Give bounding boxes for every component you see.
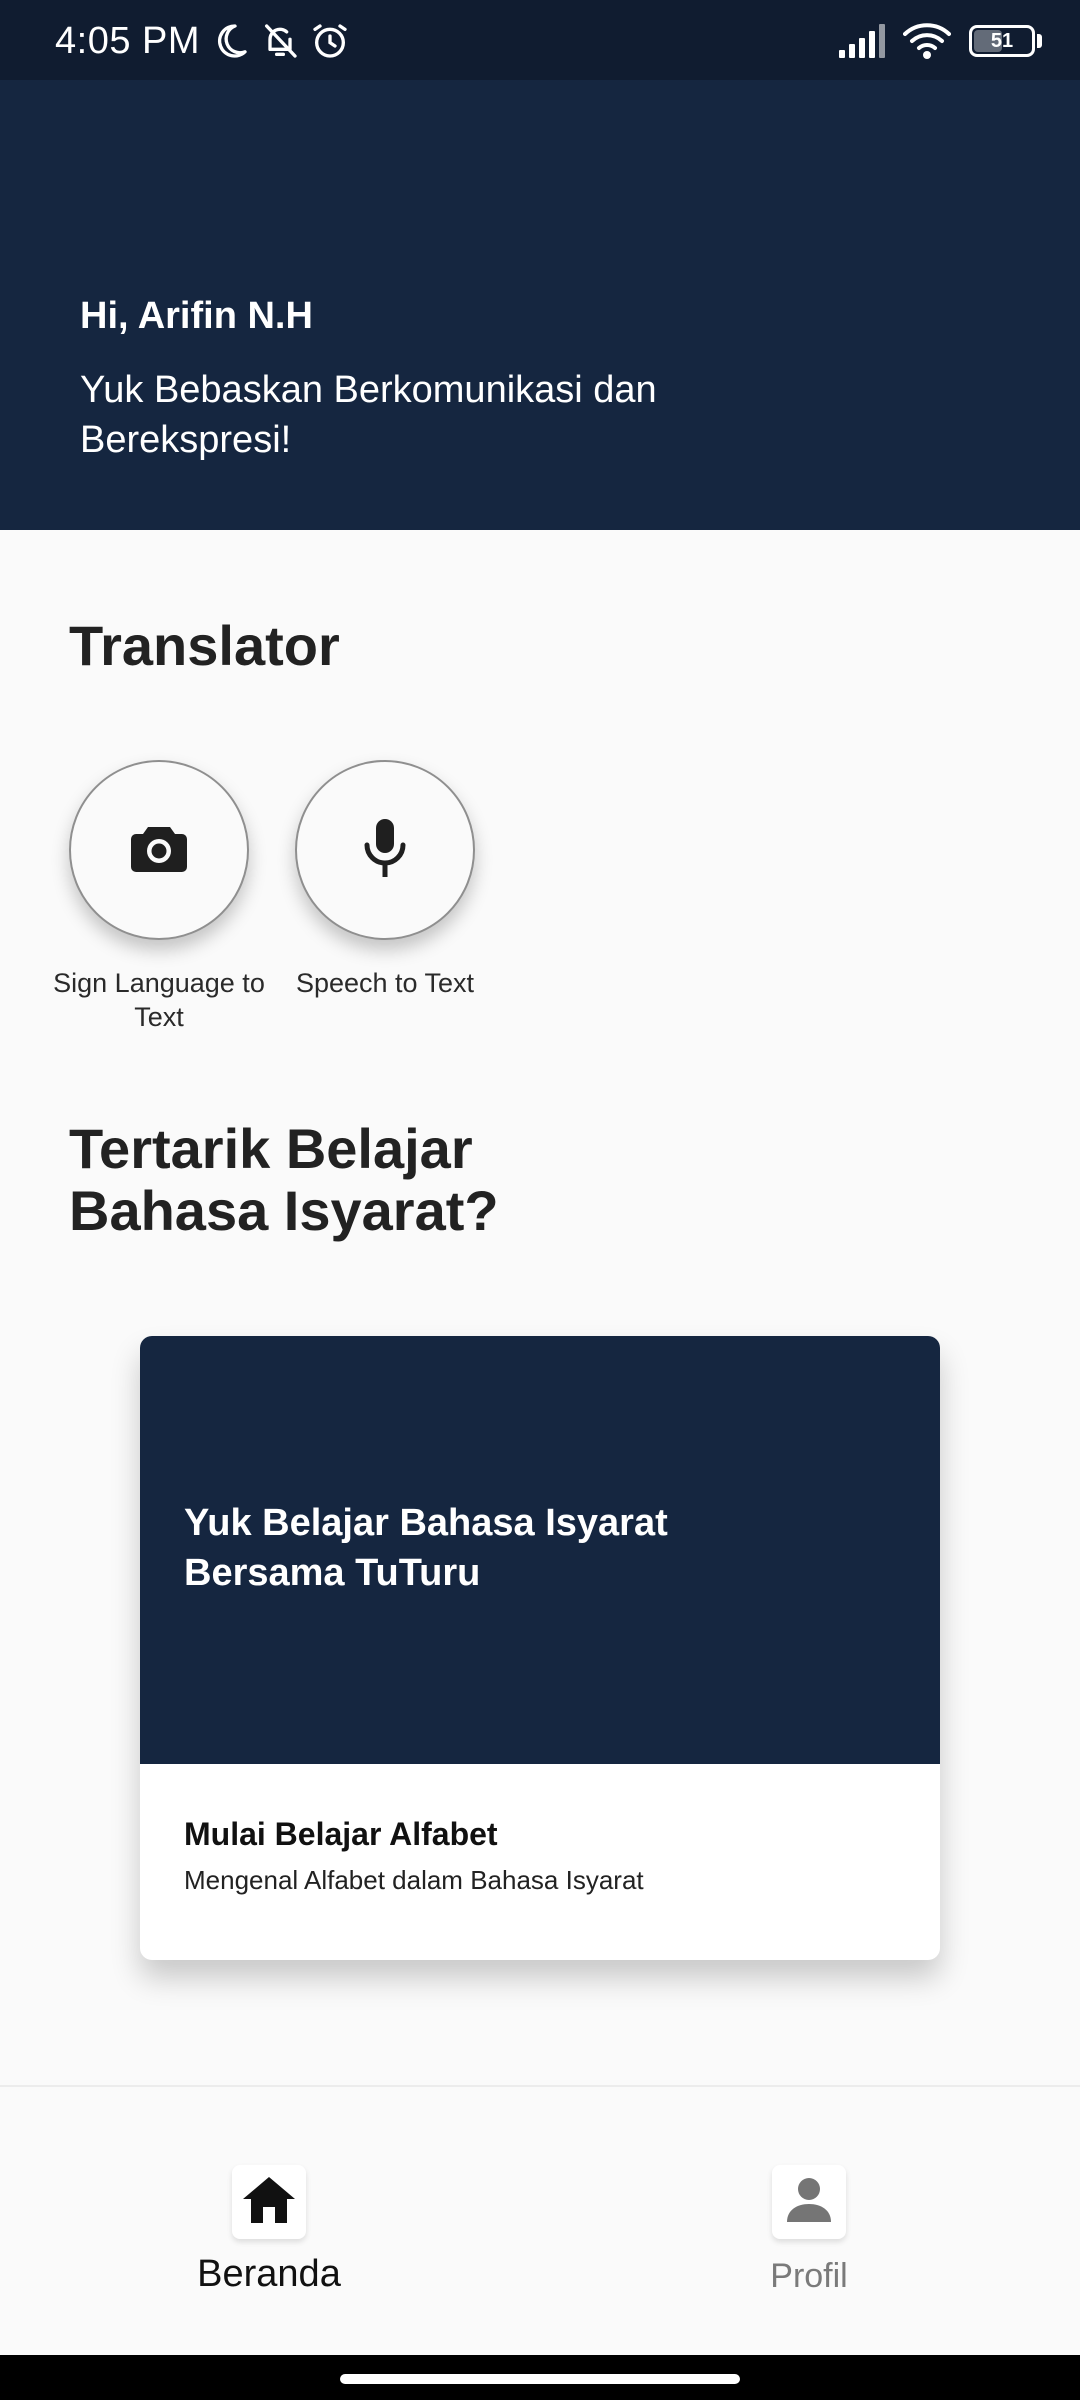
battery-cap	[1037, 34, 1042, 48]
camera-icon	[130, 823, 188, 878]
card-banner-text: Yuk Belajar Bahasa Isyarat Bersama TuTur…	[184, 1502, 668, 1594]
status-left: 4:05 PM	[55, 18, 350, 64]
battery-icon: 51	[969, 25, 1035, 57]
speech-button-label: Speech to Text	[295, 968, 475, 998]
battery-level: 51	[990, 29, 1014, 52]
card-title: Mulai Belajar Alfabet	[184, 1816, 498, 1852]
status-bar: 4:05 PM 51	[0, 0, 1080, 80]
microphone-icon	[362, 818, 408, 882]
tagline-text: Yuk Bebaskan Berkomunikasi dan Berekspre…	[80, 369, 657, 461]
nav-item-beranda[interactable]: Beranda	[169, 2165, 369, 2296]
sign-language-to-text-button[interactable]: Sign Language to Text	[53, 760, 265, 1034]
nav-label-profil: Profil	[770, 2257, 848, 2295]
wifi-icon	[903, 22, 951, 60]
bell-off-icon	[260, 21, 300, 61]
person-icon	[785, 2176, 833, 2229]
speech-button-circle[interactable]	[295, 760, 475, 940]
status-time: 4:05 PM	[55, 19, 201, 62]
system-navigation-bar	[0, 2355, 1080, 2400]
nav-item-profil[interactable]: Profil	[709, 2165, 909, 2296]
greeting-header: Hi, Arifin N.H Yuk Bebaskan Berkomunikas…	[0, 80, 1080, 530]
sign-language-button-circle[interactable]	[69, 760, 249, 940]
greeting-text: Hi, Arifin N.H	[80, 295, 313, 337]
learn-section-title: Tertarik Belajar Bahasa Isyarat?	[69, 1117, 499, 1242]
home-icon	[241, 2175, 297, 2230]
learn-alphabet-card[interactable]: Yuk Belajar Bahasa Isyarat Bersama TuTur…	[140, 1336, 940, 1960]
home-indicator[interactable]	[340, 2374, 740, 2384]
card-body: Mulai Belajar Alfabet Mengenal Alfabet d…	[140, 1764, 940, 1960]
speech-to-text-button[interactable]: Speech to Text	[295, 760, 475, 1000]
person-icon-box[interactable]	[772, 2165, 846, 2239]
sign-language-button-label: Sign Language to Text	[53, 968, 265, 1032]
home-icon-box[interactable]	[232, 2165, 306, 2239]
nav-label-beranda: Beranda	[197, 2253, 341, 2295]
moon-icon	[210, 21, 250, 61]
card-subtitle: Mengenal Alfabet dalam Bahasa Isyarat	[184, 1865, 644, 1895]
bottom-navigation: Beranda Profil	[0, 2085, 1080, 2355]
translator-section-title: Translator	[69, 614, 340, 677]
battery-indicator: 51	[969, 25, 1042, 57]
card-banner: Yuk Belajar Bahasa Isyarat Bersama TuTur…	[140, 1336, 940, 1764]
signal-icon	[837, 24, 885, 58]
status-right: 51	[837, 18, 1042, 64]
alarm-icon	[310, 21, 350, 61]
